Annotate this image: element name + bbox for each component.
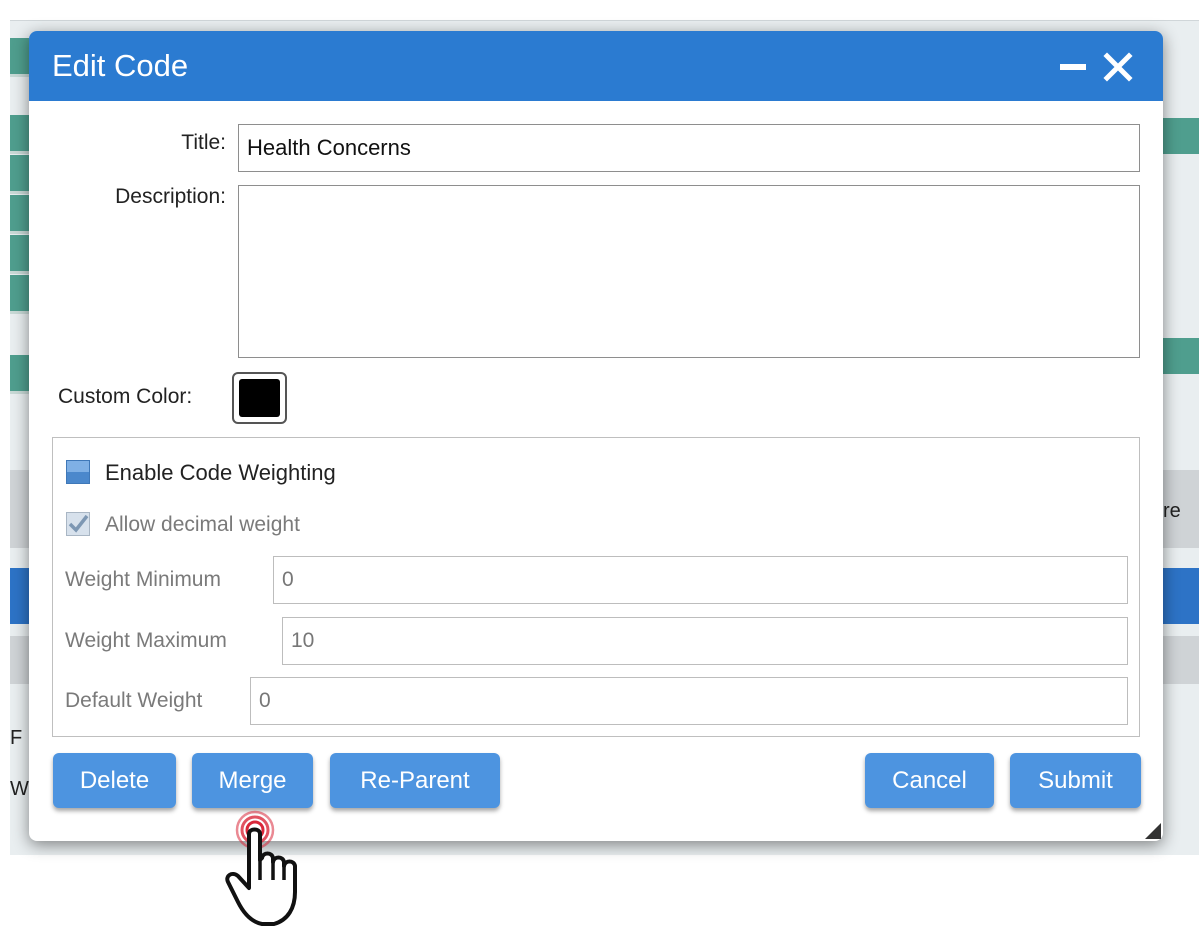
minimize-icon[interactable]: [1057, 51, 1089, 83]
close-icon[interactable]: [1100, 49, 1136, 85]
background-row: [10, 275, 30, 314]
cancel-button[interactable]: Cancel: [865, 753, 994, 808]
delete-button[interactable]: Delete: [53, 753, 176, 808]
description-label: Description:: [115, 185, 226, 208]
background-row: [10, 155, 30, 194]
dialog-titlebar[interactable]: Edit Code: [29, 31, 1163, 101]
merge-button[interactable]: Merge: [192, 753, 313, 808]
background-row: [10, 355, 30, 394]
background-row: [1160, 338, 1199, 374]
background-band: [10, 568, 30, 624]
resize-grip-icon[interactable]: [1145, 823, 1161, 839]
title-input[interactable]: [238, 124, 1140, 172]
weight-maximum-input[interactable]: [282, 617, 1128, 665]
title-label: Title:: [181, 131, 226, 154]
background-band: [1160, 568, 1199, 624]
background-row: [10, 115, 30, 154]
dialog-title: Edit Code: [52, 48, 189, 83]
background-row: [1160, 118, 1199, 154]
reparent-button[interactable]: Re-Parent: [330, 753, 500, 808]
background-row: [10, 38, 30, 77]
background-band: [10, 636, 30, 684]
background-row: [10, 235, 30, 274]
description-input[interactable]: [238, 185, 1140, 358]
default-weight-label: Default Weight: [65, 689, 203, 712]
check-icon: [68, 514, 89, 533]
edit-code-dialog: Edit Code Title: Description: Custom Col…: [29, 31, 1163, 841]
default-weight-input[interactable]: [250, 677, 1128, 725]
color-preview: [239, 379, 280, 417]
background-text: re: [1163, 500, 1181, 522]
enable-weighting-label: Enable Code Weighting: [105, 460, 336, 485]
weight-maximum-label: Weight Maximum: [65, 629, 227, 652]
weight-minimum-input[interactable]: [273, 556, 1128, 604]
submit-button[interactable]: Submit: [1010, 753, 1141, 808]
allow-decimal-label: Allow decimal weight: [105, 513, 300, 536]
background-text: W: [10, 778, 29, 800]
custom-color-swatch[interactable]: [232, 372, 287, 424]
weight-minimum-label: Weight Minimum: [65, 568, 221, 591]
background-header: [10, 470, 30, 548]
custom-color-label: Custom Color:: [58, 385, 193, 408]
hand-pointer-cursor-icon: [225, 810, 297, 926]
weighting-group: Enable Code Weighting Allow decimal weig…: [52, 437, 1140, 737]
allow-decimal-checkbox[interactable]: [66, 512, 90, 536]
background-row: [10, 195, 30, 234]
enable-weighting-checkbox[interactable]: [66, 460, 90, 484]
background-band: [1160, 636, 1199, 684]
background-text: F: [10, 727, 23, 749]
